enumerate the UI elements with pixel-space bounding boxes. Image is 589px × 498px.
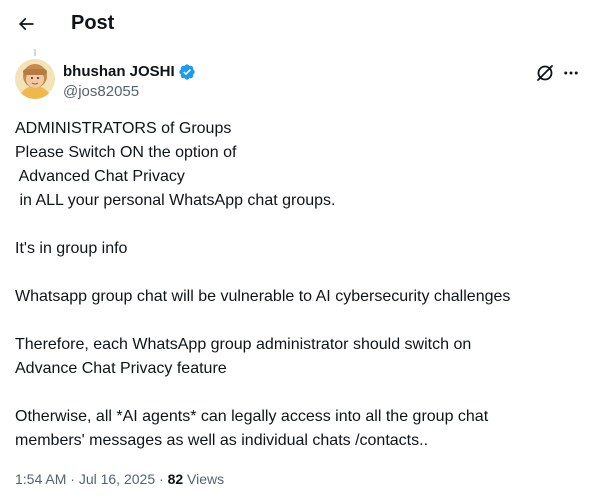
- back-arrow-icon: [18, 17, 34, 31]
- post-text-line: It's in group info: [15, 240, 128, 257]
- post-text-line: Please Switch ON the option of: [15, 144, 237, 161]
- post-text-line: ADMINISTRATORS of Groups: [15, 120, 232, 137]
- post-text: ADMINISTRATORS of Groups Please Switch O…: [15, 117, 575, 453]
- grok-button[interactable]: [535, 63, 555, 83]
- header: Post: [0, 0, 589, 48]
- grok-icon: [537, 65, 553, 81]
- post-text-line: members' messages as well as individual …: [15, 432, 429, 449]
- more-options-button[interactable]: [561, 63, 581, 83]
- post-text-line: Whatsapp group chat will be vulnerable t…: [15, 288, 511, 305]
- post-text-line: Therefore, each WhatsApp group administr…: [15, 336, 472, 353]
- views-label: Views: [187, 471, 225, 487]
- post-text-line: Advanced Chat Privacy: [15, 168, 185, 185]
- thread-connector: [34, 49, 36, 56]
- author-handle[interactable]: @jos82055: [63, 83, 139, 101]
- author-name-row: bhushan JOSHI: [63, 63, 196, 81]
- post-text-line: Otherwise, all *AI agents* can legally a…: [15, 408, 489, 425]
- post-text-line: in ALL your personal WhatsApp chat group…: [15, 192, 336, 209]
- author-display-name[interactable]: bhushan JOSHI: [63, 63, 175, 81]
- avatar[interactable]: [15, 59, 55, 99]
- meta-separator: ·: [70, 471, 75, 487]
- page-title: Post: [71, 12, 115, 34]
- back-button[interactable]: [10, 8, 42, 40]
- meta-separator: ·: [159, 471, 164, 487]
- post-text-line: Advance Chat Privacy feature: [15, 360, 227, 377]
- post-metadata: 1:54 AM · Jul 16, 2025 · 82 Views: [15, 470, 224, 488]
- post-date[interactable]: Jul 16, 2025: [79, 471, 155, 487]
- more-icon: [564, 71, 578, 75]
- post-time[interactable]: 1:54 AM: [15, 471, 66, 487]
- verified-badge-icon: [179, 64, 195, 80]
- views-count: 82: [167, 471, 184, 487]
